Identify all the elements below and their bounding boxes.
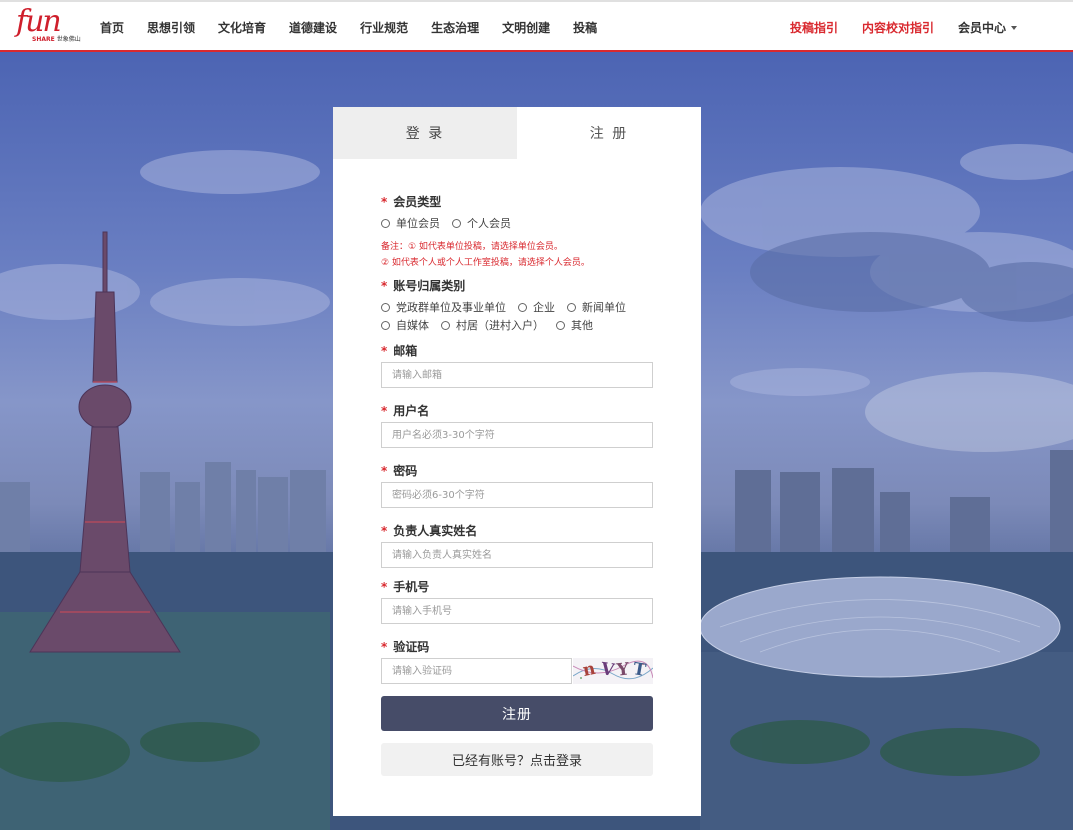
radio-empty-icon bbox=[381, 302, 390, 312]
radio-empty-icon bbox=[381, 218, 390, 228]
auth-tabs: 登 录 注 册 bbox=[333, 107, 701, 159]
username-label: * 用户名 bbox=[381, 404, 430, 418]
nav-right-links: 投稿指引 内容校对指引 会员中心 bbox=[766, 2, 1017, 52]
member-type-label: * 会员类型 bbox=[381, 195, 442, 209]
radio-news-unit[interactable]: 新闻单位 bbox=[567, 299, 626, 315]
password-field[interactable] bbox=[381, 482, 653, 508]
nav-home[interactable]: 首页 bbox=[100, 19, 124, 36]
radio-unit-member[interactable]: 单位会员 bbox=[381, 215, 440, 231]
nav-ideology[interactable]: 思想引领 bbox=[147, 19, 195, 36]
radio-enterprise[interactable]: 企业 bbox=[518, 299, 555, 315]
captcha-char: V bbox=[599, 659, 616, 681]
account-category-label: * 账号归属类别 bbox=[381, 279, 466, 293]
password-label: * 密码 bbox=[381, 464, 418, 478]
captcha-char: Y bbox=[615, 659, 631, 681]
tab-login[interactable]: 登 录 bbox=[333, 107, 517, 159]
nav-culture[interactable]: 文化培育 bbox=[218, 19, 266, 36]
radio-self-media[interactable]: 自媒体 bbox=[381, 317, 429, 333]
main-nav: 首页 思想引领 文化培育 道德建设 行业规范 生态治理 文明创建 投稿 bbox=[100, 2, 620, 52]
radio-empty-icon bbox=[518, 302, 527, 312]
account-category-options-row1: 党政群单位及事业单位 企业 新闻单位 bbox=[381, 299, 638, 315]
real-name-field[interactable] bbox=[381, 542, 653, 568]
phone-label: * 手机号 bbox=[381, 580, 430, 594]
captcha-field[interactable] bbox=[381, 658, 572, 684]
email-field[interactable] bbox=[381, 362, 653, 388]
radio-village[interactable]: 村居（进村入户） bbox=[441, 317, 544, 333]
nav-ecology[interactable]: 生态治理 bbox=[431, 19, 479, 36]
member-type-note-2: ② 如代表个人或个人工作室投稿，请选择个人会员。 bbox=[381, 258, 590, 268]
captcha-image[interactable]: n V Y T bbox=[573, 658, 653, 684]
tab-register[interactable]: 注 册 bbox=[517, 107, 701, 159]
site-logo[interactable]: fun SHARE 世象佛山 bbox=[14, 4, 90, 46]
nav-morality[interactable]: 道德建设 bbox=[289, 19, 337, 36]
radio-personal-member[interactable]: 个人会员 bbox=[452, 215, 511, 231]
radio-empty-icon bbox=[556, 320, 565, 330]
email-label: * 邮箱 bbox=[381, 344, 418, 358]
account-category-options-row2: 自媒体 村居（进村入户） 其他 bbox=[381, 317, 605, 333]
radio-government-unit[interactable]: 党政群单位及事业单位 bbox=[381, 299, 506, 315]
member-type-options: 单位会员 个人会员 bbox=[381, 215, 523, 231]
nav-civilization[interactable]: 文明创建 bbox=[502, 19, 550, 36]
radio-other[interactable]: 其他 bbox=[556, 317, 593, 333]
nav-industry[interactable]: 行业规范 bbox=[360, 19, 408, 36]
radio-empty-icon bbox=[441, 320, 450, 330]
radio-empty-icon bbox=[567, 302, 576, 312]
phone-field[interactable] bbox=[381, 598, 653, 624]
proofreading-guide-link[interactable]: 内容校对指引 bbox=[862, 19, 934, 36]
caret-down-icon bbox=[1011, 26, 1017, 30]
radio-empty-icon bbox=[381, 320, 390, 330]
username-field[interactable] bbox=[381, 422, 653, 448]
radio-empty-icon bbox=[452, 218, 461, 228]
register-submit-button[interactable]: 注册 bbox=[381, 696, 653, 731]
member-type-note-1: 备注：① 如代表单位投稿，请选择单位会员。 bbox=[381, 242, 563, 252]
go-to-login-button[interactable]: 已经有账号？点击登录 bbox=[381, 743, 653, 776]
nav-submit[interactable]: 投稿 bbox=[573, 19, 597, 36]
captcha-label: * 验证码 bbox=[381, 640, 430, 654]
submission-guide-link[interactable]: 投稿指引 bbox=[790, 19, 838, 36]
top-nav-bar: fun SHARE 世象佛山 首页 思想引领 文化培育 道德建设 行业规范 生态治… bbox=[0, 0, 1073, 52]
register-panel: 登 录 注 册 * 会员类型 单位会员 个人会员 备注：① 如代表单位投稿，请选择… bbox=[333, 107, 701, 816]
real-name-label: * 负责人真实姓名 bbox=[381, 524, 478, 538]
logo-subtitle: SHARE 世象佛山 bbox=[32, 36, 81, 43]
member-center-dropdown[interactable]: 会员中心 bbox=[958, 19, 1017, 36]
